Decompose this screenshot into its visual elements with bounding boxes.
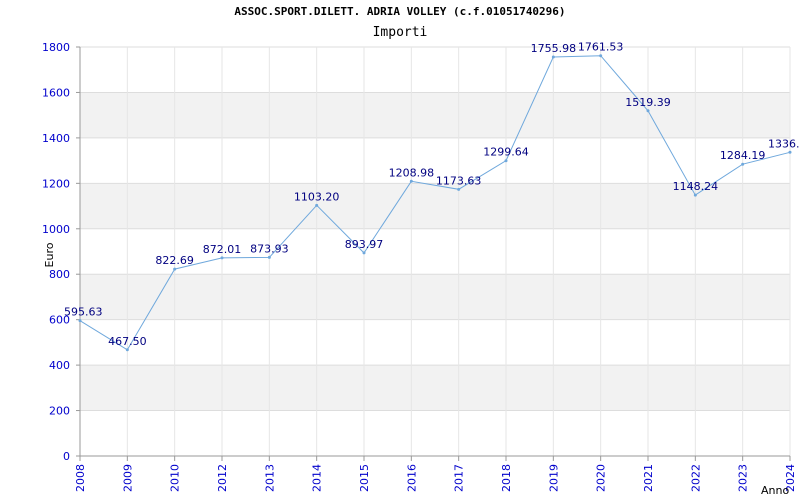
data-label: 1519.39 bbox=[625, 96, 671, 109]
data-label: 1284.19 bbox=[720, 149, 766, 162]
data-label: 893.97 bbox=[345, 238, 384, 251]
data-point bbox=[457, 187, 461, 191]
data-label: 1336.6 bbox=[768, 137, 800, 150]
y-tick-label: 1000 bbox=[42, 223, 70, 236]
y-tick-label: 1800 bbox=[42, 41, 70, 54]
x-tick-label: 2012 bbox=[216, 464, 229, 492]
data-label: 1755.98 bbox=[531, 42, 577, 55]
data-point bbox=[741, 162, 745, 166]
data-label: 1299.64 bbox=[483, 146, 529, 159]
data-point bbox=[315, 203, 319, 207]
grid-band bbox=[80, 410, 790, 456]
data-label: 822.69 bbox=[155, 254, 194, 267]
x-tick-label: 2021 bbox=[642, 464, 655, 492]
x-tick-label: 2013 bbox=[263, 464, 276, 492]
y-axis-label: Euro bbox=[43, 242, 56, 267]
x-tick-label: 2018 bbox=[500, 464, 513, 492]
grid-band bbox=[80, 319, 790, 366]
line-chart: 0200400600800100012001400160018002008 200… bbox=[42, 41, 800, 497]
y-tick-label: 1400 bbox=[42, 132, 70, 145]
data-point bbox=[173, 267, 177, 271]
data-point bbox=[125, 348, 129, 352]
data-point bbox=[220, 256, 224, 260]
x-tick-label: 2008 bbox=[74, 464, 87, 492]
data-label: 1761.53 bbox=[578, 41, 624, 54]
x-tick-label: 2016 bbox=[405, 464, 418, 492]
y-tick-label: 400 bbox=[49, 359, 70, 372]
grid-band bbox=[80, 228, 790, 275]
data-label: 1148.24 bbox=[673, 180, 719, 193]
data-label: 1208.98 bbox=[389, 166, 435, 179]
grid-band bbox=[80, 365, 790, 411]
y-tick-label: 0 bbox=[63, 450, 70, 463]
grid-band bbox=[80, 92, 790, 138]
data-label: 595.63 bbox=[64, 306, 103, 319]
data-point bbox=[504, 159, 508, 163]
data-point bbox=[409, 179, 413, 183]
x-tick-label: 2015 bbox=[358, 464, 371, 492]
data-point bbox=[78, 319, 82, 323]
x-tick-label: 2010 bbox=[169, 464, 182, 492]
y-tick-label: 200 bbox=[49, 405, 70, 418]
x-tick-label: 2019 bbox=[547, 464, 560, 492]
x-tick-label: 2017 bbox=[453, 464, 466, 492]
data-label: 467.50 bbox=[108, 335, 147, 348]
data-point bbox=[788, 150, 792, 154]
data-label: 873.93 bbox=[250, 242, 289, 255]
data-label: 1103.20 bbox=[294, 190, 340, 203]
data-point bbox=[551, 55, 555, 59]
x-tick-label: 2014 bbox=[311, 464, 324, 492]
x-tick-label: 2022 bbox=[689, 464, 702, 492]
x-tick-label: 2009 bbox=[121, 464, 134, 492]
x-tick-label: 2020 bbox=[595, 464, 608, 492]
data-point bbox=[693, 193, 697, 197]
y-tick-label: 800 bbox=[49, 268, 70, 281]
x-tick-label: 2023 bbox=[737, 464, 750, 492]
data-label: 872.01 bbox=[203, 243, 242, 256]
data-point bbox=[267, 255, 271, 259]
data-label: 1173.63 bbox=[436, 174, 482, 187]
data-point bbox=[362, 251, 366, 255]
grid-band bbox=[80, 274, 790, 320]
y-tick-label: 1600 bbox=[42, 86, 70, 99]
grid-band bbox=[80, 47, 790, 93]
data-point bbox=[646, 109, 650, 113]
data-point bbox=[599, 54, 603, 58]
y-tick-label: 1200 bbox=[42, 177, 70, 190]
x-axis-label: Anno bbox=[761, 484, 789, 497]
